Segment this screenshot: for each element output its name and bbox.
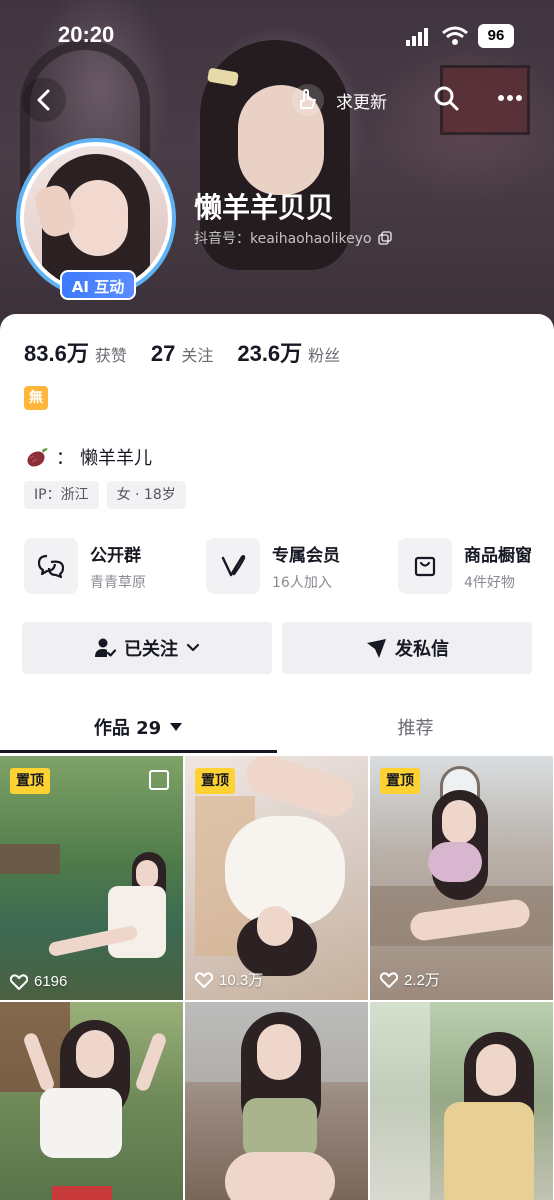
multi-image-icon	[149, 770, 169, 790]
profile-nickname: 懒羊羊贝贝	[194, 191, 335, 224]
product-showcase-entry[interactable]: 商品橱窗 4件好物	[398, 536, 532, 596]
video-tile[interactable]	[370, 1002, 553, 1200]
more-dots-icon	[498, 95, 522, 101]
public-group-entry[interactable]: 公开群 青青草原	[24, 536, 146, 596]
user-check-icon	[95, 638, 116, 657]
pinned-badge: 置顶	[380, 768, 420, 794]
douyin-id[interactable]: 抖音号：keaihaohaolikeyo	[194, 228, 392, 248]
feature-title: 公开群	[90, 545, 141, 566]
status-bar: 20:20 96	[0, 0, 554, 60]
pinned-badge: 置顶	[195, 768, 235, 794]
request-update-button[interactable]: 求更新	[292, 80, 387, 120]
followed-button[interactable]: 已关注	[22, 622, 272, 674]
profile-stats: 83.6万 获赞 27 关注 23.6万 粉丝	[24, 336, 340, 368]
stat-followers[interactable]: 23.6万 粉丝	[237, 336, 340, 368]
membership-v-icon	[221, 555, 246, 577]
video-tile[interactable]	[185, 1002, 368, 1200]
likes-count: 2.2万	[380, 969, 440, 990]
ip-location-chip: IP：浙江	[24, 481, 99, 509]
profile-actions: 已关注 发私信	[22, 622, 532, 674]
followed-label: 已关注	[124, 639, 178, 660]
chat-group-icon	[37, 554, 65, 579]
send-message-button[interactable]: 发私信	[282, 622, 532, 674]
bio-separator: ：	[56, 448, 74, 469]
heart-outline-icon	[10, 973, 28, 990]
gender-age-chip: 女 · 18岁	[106, 481, 186, 509]
pointing-hand-icon	[300, 89, 316, 109]
more-options-button[interactable]	[490, 80, 530, 116]
battery-indicator: 96	[478, 24, 514, 48]
tab-works[interactable]: 作品 29	[0, 702, 277, 752]
heart-outline-icon	[195, 971, 213, 988]
copy-icon	[377, 231, 392, 245]
content-tabs: 作品 29 推荐	[0, 702, 554, 756]
wu-tag-icon: 無	[24, 386, 48, 410]
profile-chips: IP：浙江 女 · 18岁	[24, 481, 186, 509]
video-tile[interactable]: 置顶 6196	[0, 756, 183, 1000]
status-time: 20:20	[58, 22, 115, 47]
feature-title: 专属会员	[272, 545, 340, 566]
ai-interaction-badge[interactable]: AI 互动	[60, 270, 136, 300]
back-button[interactable]	[22, 78, 66, 122]
video-tile[interactable]	[0, 1002, 183, 1200]
paper-plane-icon	[367, 639, 386, 658]
works-grid: 置顶 6196 置顶 10.3万 置顶 2.2万	[0, 756, 554, 1200]
pinned-badge: 置顶	[10, 768, 50, 794]
video-tile[interactable]: 置顶 10.3万	[185, 756, 368, 1000]
send-message-label: 发私信	[395, 639, 449, 660]
active-tab-underline	[0, 750, 277, 753]
tab-recommend-label: 推荐	[397, 718, 434, 739]
likes-count: 10.3万	[195, 969, 263, 990]
sweet-potato-icon	[27, 448, 48, 467]
heart-outline-icon	[380, 971, 398, 988]
feature-shortcuts: 公开群 青青草原 专属会员 16人加入 商品橱窗 4件好物	[24, 536, 554, 596]
search-button[interactable]	[428, 80, 464, 116]
stat-following[interactable]: 27 关注	[151, 341, 214, 367]
feature-subtitle: 4件好物	[464, 574, 515, 591]
likes-count: 6196	[10, 973, 67, 990]
chevron-left-icon	[37, 89, 50, 111]
profile-card: 83.6万 获赞 27 关注 23.6万 粉丝 無 ： 懒羊羊儿 IP：浙江 女…	[0, 314, 554, 1200]
cellular-signal-icon	[406, 28, 428, 46]
feature-title: 商品橱窗	[464, 545, 532, 566]
caret-down-icon	[170, 723, 183, 731]
feature-subtitle: 16人加入	[272, 574, 332, 591]
video-tile[interactable]: 置顶 2.2万	[370, 756, 553, 1000]
wifi-icon	[442, 26, 468, 45]
bio-text: 懒羊羊儿	[80, 448, 152, 469]
search-icon	[434, 86, 459, 111]
membership-entry[interactable]: 专属会员 16人加入	[206, 536, 340, 596]
tab-recommend[interactable]: 推荐	[277, 702, 554, 752]
stat-likes: 83.6万 获赞	[24, 341, 127, 366]
douyin-id-text: 抖音号：keaihaohaolikeyo	[194, 231, 372, 247]
chevron-down-icon	[186, 643, 200, 652]
request-update-label: 求更新	[336, 92, 387, 113]
bio: ： 懒羊羊儿	[24, 444, 152, 470]
shopping-bag-icon	[414, 556, 436, 577]
tab-works-label: 作品 29	[93, 718, 162, 739]
feature-subtitle: 青青草原	[90, 574, 146, 591]
